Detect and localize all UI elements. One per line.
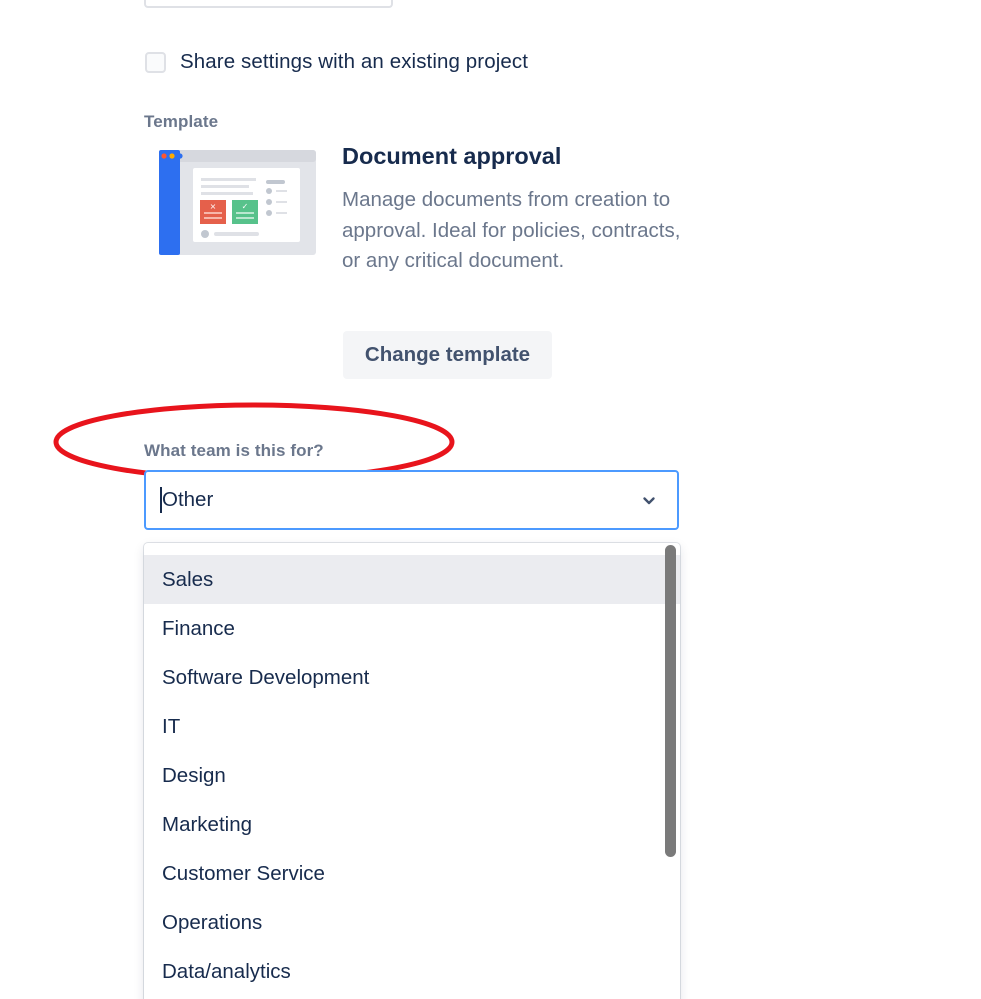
document-approval-illustration: × ✓ — [159, 150, 316, 255]
team-select-value: Other — [162, 488, 214, 511]
change-template-button[interactable]: Change template — [343, 331, 552, 379]
team-option-finance[interactable]: Finance — [144, 604, 680, 653]
menu-scrollbar[interactable] — [665, 545, 676, 857]
template-section-label: Template — [144, 112, 219, 131]
share-settings-checkbox-row[interactable]: Share settings with an existing project — [145, 50, 528, 74]
team-option-customer-service[interactable]: Customer Service — [144, 849, 680, 898]
team-option-it[interactable]: IT — [144, 702, 680, 751]
svg-text:×: × — [210, 202, 217, 211]
share-settings-checkbox[interactable] — [145, 51, 166, 73]
team-select-label: What team is this for? — [144, 441, 324, 460]
team-select[interactable]: Other — [144, 470, 679, 530]
team-option-operations[interactable]: Operations — [144, 898, 680, 947]
svg-text:✓: ✓ — [242, 202, 249, 211]
template-description: Manage documents from creation to approv… — [342, 188, 681, 272]
template-title: Document approval — [342, 143, 562, 169]
chevron-down-icon[interactable] — [641, 493, 657, 509]
team-options-list: Sales Finance Software Development IT De… — [144, 555, 680, 996]
project-key-input-edge[interactable] — [144, 0, 393, 8]
share-settings-label: Share settings with an existing project — [180, 50, 529, 73]
team-option-marketing[interactable]: Marketing — [144, 800, 680, 849]
team-option-software-development[interactable]: Software Development — [144, 653, 680, 702]
team-option-design[interactable]: Design — [144, 751, 680, 800]
team-options-menu: Sales Finance Software Development IT De… — [144, 543, 680, 999]
team-option-data-analytics[interactable]: Data/analytics — [144, 947, 680, 996]
team-option-sales[interactable]: Sales — [144, 555, 680, 604]
